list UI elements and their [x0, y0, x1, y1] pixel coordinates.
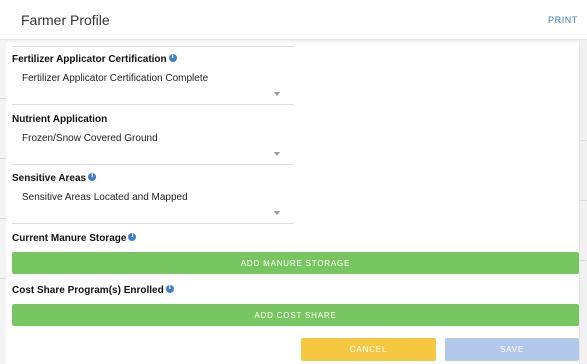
- edge-divider: [0, 218, 6, 219]
- track-divider: [580, 200, 587, 201]
- info-icon[interactable]: [88, 172, 97, 181]
- sensitive-areas-label-text: Sensitive Areas: [12, 173, 87, 184]
- chevron-down-icon: [274, 92, 280, 96]
- info-icon[interactable]: [168, 53, 177, 62]
- chevron-down-icon: [274, 211, 280, 215]
- page-title: Farmer Profile: [21, 12, 110, 28]
- scrollbar-track[interactable]: [579, 40, 587, 364]
- nutrient-application-select[interactable]: Frozen/Snow Covered Ground: [12, 131, 294, 165]
- fertilizer-certification-label-text: Fertilizer Applicator Certification: [12, 54, 167, 65]
- section-divider: [12, 46, 294, 47]
- modal-header: Farmer Profile PRINT: [0, 0, 587, 40]
- edge-divider: [0, 278, 6, 279]
- sensitive-areas-label: Sensitive Areas: [12, 172, 97, 184]
- fertilizer-certification-select[interactable]: Fertilizer Applicator Certification Comp…: [12, 71, 294, 105]
- track-divider: [580, 260, 587, 261]
- sensitive-areas-value: Sensitive Areas Located and Mapped: [22, 192, 188, 203]
- edge-divider: [0, 98, 6, 99]
- nutrient-application-value: Frozen/Snow Covered Ground: [22, 133, 158, 144]
- left-edge-panel: [0, 40, 6, 364]
- fertilizer-certification-label: Fertilizer Applicator Certification: [12, 53, 177, 65]
- print-button[interactable]: PRINT: [548, 15, 578, 25]
- track-divider: [580, 140, 587, 141]
- add-manure-storage-button[interactable]: ADD MANURE STORAGE: [12, 252, 579, 274]
- sensitive-areas-select[interactable]: Sensitive Areas Located and Mapped: [12, 190, 294, 224]
- cancel-button[interactable]: CANCEL: [301, 338, 436, 361]
- manure-storage-label: Current Manure Storage: [12, 232, 137, 244]
- nutrient-application-label: Nutrient Application: [12, 114, 107, 125]
- save-button[interactable]: SAVE: [445, 338, 579, 361]
- manure-storage-label-text: Current Manure Storage: [12, 233, 127, 244]
- fertilizer-certification-value: Fertilizer Applicator Certification Comp…: [22, 73, 209, 84]
- cost-share-label-text: Cost Share Program(s) Enrolled: [12, 285, 164, 296]
- chevron-down-icon: [274, 152, 280, 156]
- nutrient-application-label-text: Nutrient Application: [12, 114, 108, 125]
- cost-share-label: Cost Share Program(s) Enrolled: [12, 284, 174, 296]
- info-icon[interactable]: [128, 232, 137, 241]
- edge-divider: [0, 158, 6, 159]
- add-cost-share-button[interactable]: ADD COST SHARE: [12, 304, 579, 326]
- info-icon[interactable]: [165, 284, 174, 293]
